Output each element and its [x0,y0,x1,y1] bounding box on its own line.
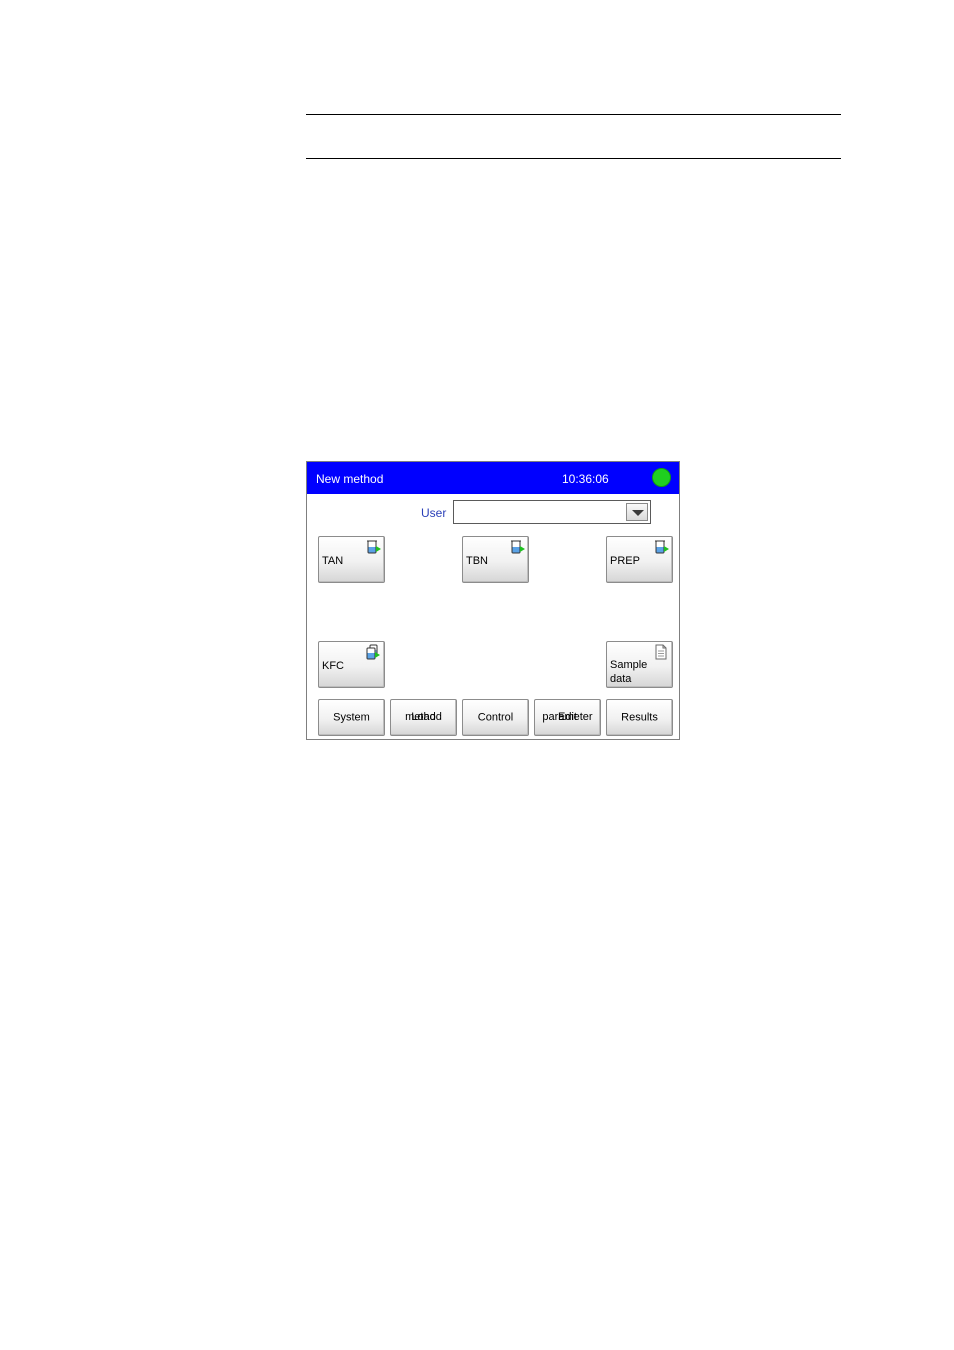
beaker-start-icon [511,540,525,554]
load-method-button[interactable]: Load method [390,699,457,736]
method-prep-button[interactable]: PREP [606,536,673,583]
title-bar: New method 10:36:06 [307,462,679,494]
method-label: TAN [322,555,344,567]
method-tan-button[interactable]: TAN [318,536,385,583]
sample-data-label: Sample data [610,659,648,685]
header-rule-bottom [306,158,841,159]
user-label: User [421,506,447,520]
method-label: PREP [610,555,640,567]
method-tbn-button[interactable]: TBN [462,536,529,583]
results-button[interactable]: Results [606,699,673,736]
system-button[interactable]: System [318,699,385,736]
dual-beaker-start-icon [366,644,380,660]
user-select[interactable] [453,500,651,524]
method-label: KFC [322,660,344,672]
dropdown-arrow-button[interactable] [626,503,648,521]
status-indicator-icon [652,468,671,487]
document-icon [655,644,667,660]
beaker-start-icon [367,540,381,554]
clock: 10:36:06 [562,472,609,486]
sample-data-button[interactable]: Sample data [606,641,673,688]
control-button[interactable]: Control [462,699,529,736]
beaker-start-icon [655,540,669,554]
window-title: New method [316,472,384,486]
device-screen: New method 10:36:06 User TAN TBN PREP KF… [306,461,680,740]
edit-parameter-button[interactable]: Edit parameter [534,699,601,736]
method-kfc-button[interactable]: KFC [318,641,385,688]
header-rule-top [306,114,841,115]
method-label: TBN [466,555,488,567]
chevron-down-icon [632,510,644,516]
